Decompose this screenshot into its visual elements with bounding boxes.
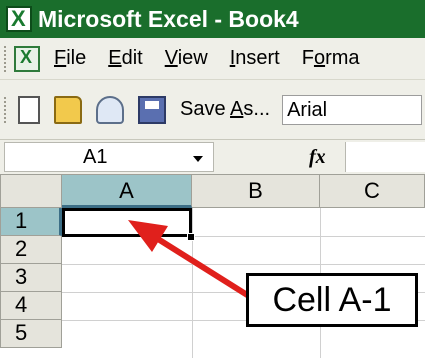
menu-format-prefix: F: [301, 47, 314, 69]
menu-file[interactable]: File: [54, 47, 86, 70]
name-box[interactable]: A1: [4, 142, 214, 172]
menu-format-label: rma: [325, 47, 360, 69]
menu-bar: File Edit View Insert Forma: [0, 38, 425, 80]
row-header-5[interactable]: 5: [0, 320, 62, 348]
menu-insert-label: nsert: [235, 47, 280, 69]
row-header-1[interactable]: 1: [0, 208, 62, 236]
row-header-4[interactable]: 4: [0, 292, 62, 320]
standard-toolbar: Save As... Arial: [0, 80, 425, 140]
row-header-3[interactable]: 3: [0, 264, 62, 292]
menu-edit-label: dit: [121, 47, 143, 69]
formula-bar: A1 fx: [0, 140, 425, 174]
excel-app-icon[interactable]: [6, 6, 32, 32]
menubar-grip-handle[interactable]: [4, 45, 8, 72]
save-as-prefix: Save: [180, 98, 231, 120]
chevron-down-icon[interactable]: [193, 156, 203, 162]
row-gridline: [62, 264, 425, 265]
save-disk-icon[interactable]: [138, 95, 166, 124]
worksheet-grid: A B C 1 2 3 4 5: [0, 174, 425, 358]
toolbar-grip-handle[interactable]: [4, 96, 8, 123]
menu-view[interactable]: View: [165, 47, 208, 70]
save-as-mnemonic: A: [230, 98, 244, 120]
active-cell-a1[interactable]: [62, 208, 192, 237]
callout-label: Cell A-1: [246, 273, 418, 327]
menu-view-mnemonic: V: [164, 47, 178, 69]
window-title: Microsoft Excel - Book4: [38, 5, 299, 32]
column-header-c[interactable]: C: [320, 174, 425, 208]
menu-insert[interactable]: Insert: [230, 47, 280, 70]
new-document-icon[interactable]: [18, 95, 40, 124]
workbook-icon[interactable]: [14, 45, 40, 72]
email-icon[interactable]: [96, 95, 124, 124]
column-header-b[interactable]: B: [192, 174, 320, 208]
formula-input[interactable]: [345, 142, 425, 172]
menu-file-mnemonic: F: [54, 47, 67, 69]
column-header-a[interactable]: A: [62, 174, 192, 208]
menu-view-label: iew: [177, 47, 208, 69]
title-bar: Microsoft Excel - Book4: [0, 0, 425, 38]
name-box-value: A1: [83, 145, 108, 168]
menu-edit-mnemonic: E: [108, 47, 122, 69]
row-header-2[interactable]: 2: [0, 236, 62, 264]
save-as-button[interactable]: Save As...: [180, 98, 270, 121]
column-gridline: [192, 208, 193, 358]
menu-format[interactable]: Forma: [302, 47, 360, 70]
fill-handle[interactable]: [187, 233, 195, 241]
save-as-rest: s...: [243, 98, 271, 120]
menu-file-label: ile: [66, 47, 87, 69]
open-folder-icon[interactable]: [54, 95, 82, 124]
menu-format-mnemonic: o: [313, 47, 326, 69]
insert-function-button[interactable]: fx: [309, 146, 326, 169]
font-name-dropdown[interactable]: Arial: [282, 94, 423, 125]
select-all-corner[interactable]: [0, 174, 62, 208]
menu-edit[interactable]: Edit: [108, 47, 142, 70]
